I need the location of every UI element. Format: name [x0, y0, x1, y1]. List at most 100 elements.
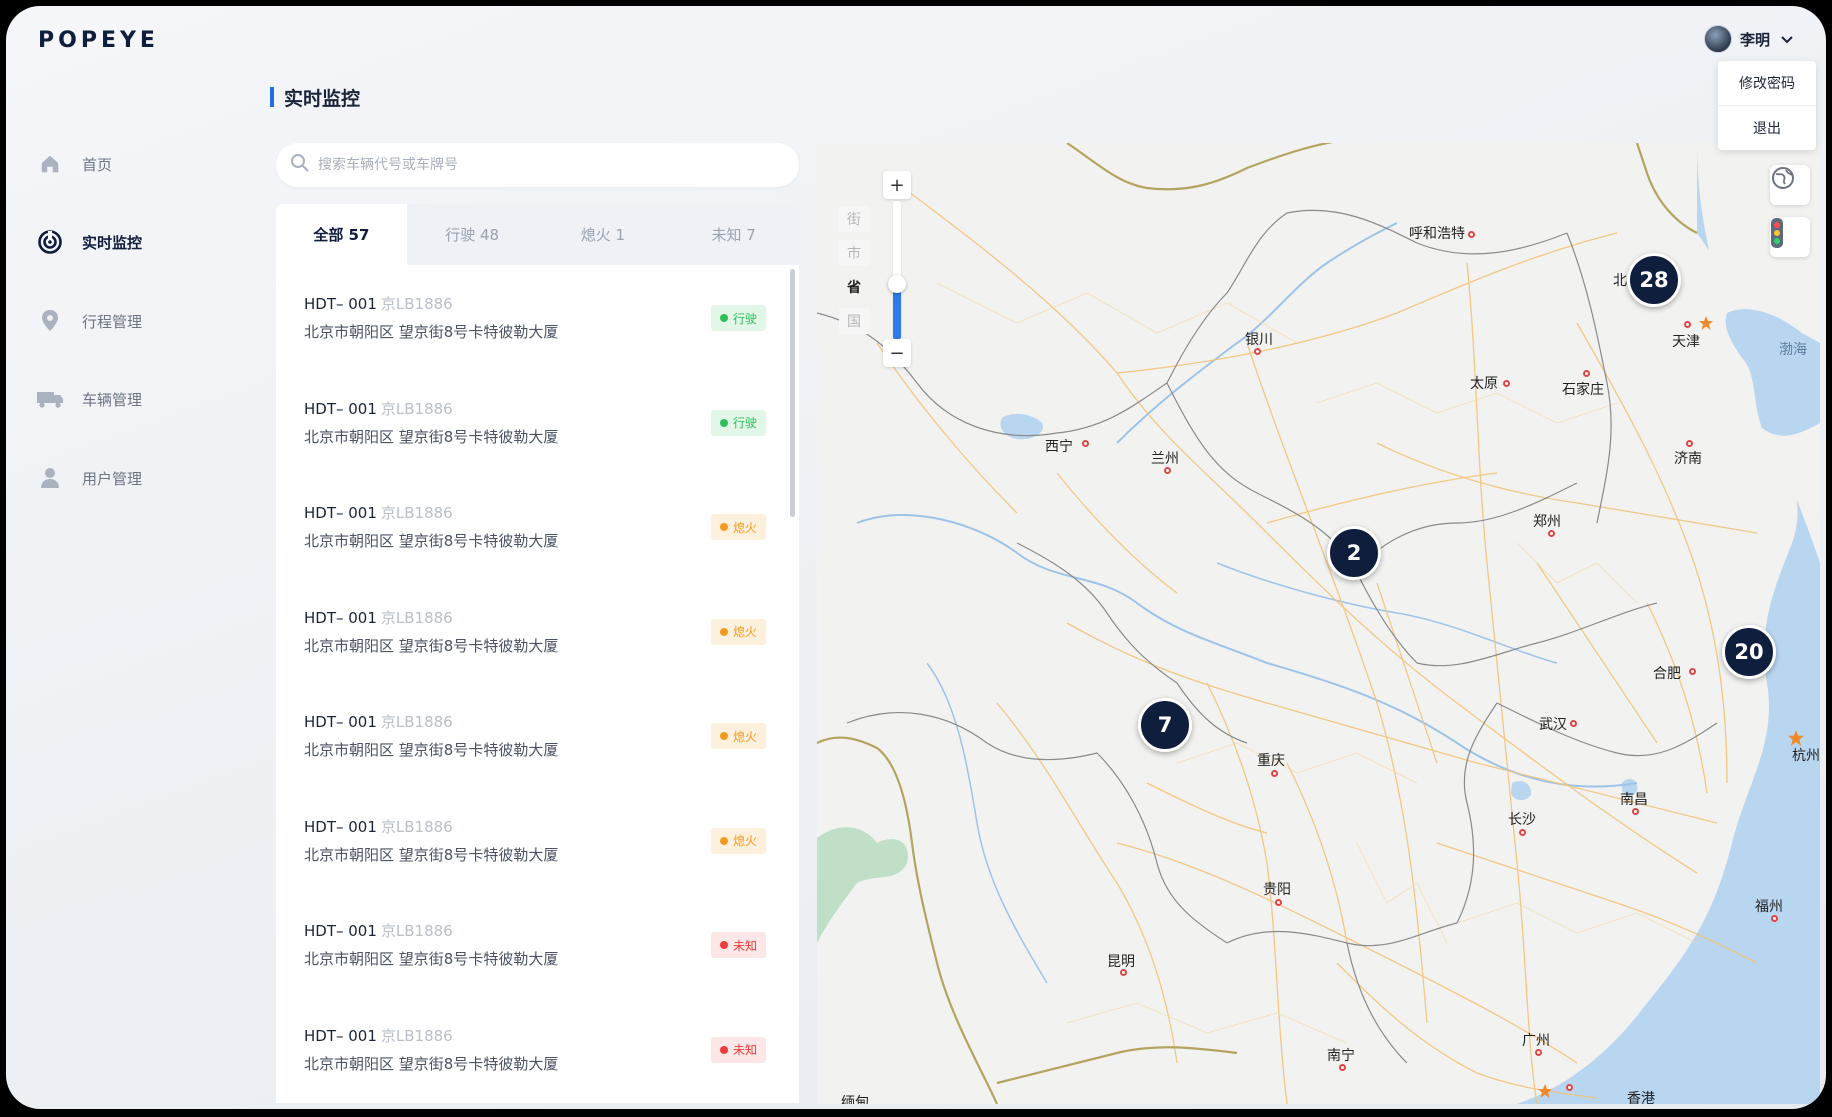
status-badge: 熄火 [710, 827, 766, 854]
status-text: 熄火 [732, 625, 757, 639]
vehicle-cluster[interactable]: 20 [1722, 625, 1776, 679]
status-badge: 熄火 [710, 514, 766, 540]
vehicle-code-text: HDT– 001 [304, 713, 377, 731]
sidebar-item-trips[interactable]: 行程管理 [36, 301, 256, 341]
city-label: 兰州 [1151, 451, 1179, 467]
vehicle-code: HDT– 001 京LB1886 [304, 920, 453, 941]
search-icon [290, 153, 310, 177]
vehicle-cluster[interactable]: 7 [1138, 698, 1192, 752]
tab-all[interactable]: 全部 57 [276, 204, 407, 265]
map-view[interactable]: 呼和浩特 北 天津 渤海 银川 太原 石家庄 西宁 兰州 济南 郑州 合肥 杭州… [817, 143, 1820, 1104]
city-label: 合肥 [1653, 666, 1681, 682]
city-label: 杭州 [1792, 748, 1820, 764]
vehicle-code-text: HDT– 001 [304, 399, 377, 418]
vehicle-cluster[interactable]: 28 [1627, 253, 1681, 307]
user-icon [36, 464, 64, 492]
vehicle-address: 北京市朝阳区 望京街8号卡特彼勒大厦 [304, 845, 559, 864]
city-label: 石家庄 [1562, 382, 1604, 398]
vehicle-address: 北京市朝阳区 望京街8号卡特彼勒大厦 [304, 741, 559, 759]
vehicle-code: HDT– 001 京LB1886 [304, 293, 453, 314]
city-label: 武汉 [1539, 717, 1567, 733]
tab-driving[interactable]: 行驶 48 [407, 204, 538, 265]
city-marker [1082, 440, 1089, 447]
zoom-out-button[interactable]: − [883, 339, 911, 367]
zoom-level-province[interactable]: 省 [839, 274, 869, 300]
city-label: 福州 [1755, 899, 1783, 915]
city-marker [1566, 1084, 1573, 1091]
vehicle-address: 北京市朝阳区 望京街8号卡特彼勒大厦 [304, 636, 559, 655]
status-badge: 未知 [710, 1036, 766, 1063]
status-text: 未知 [732, 938, 757, 953]
zoom-level-city[interactable]: 市 [839, 240, 869, 266]
avatar [1703, 25, 1732, 53]
city-label: 长沙 [1508, 812, 1536, 828]
city-label: 南宁 [1327, 1048, 1355, 1064]
list-item[interactable]: HDT– 001 京LB1886 北京市朝阳区 望京街8号卡特彼勒大厦 未知 [276, 892, 776, 996]
vehicle-code: HDT– 001 京LB1886 [304, 711, 453, 732]
sidebar-item-home[interactable]: 首页 [36, 144, 256, 184]
city-label: 郑州 [1533, 514, 1561, 530]
vehicle-plate: 京LB1886 [380, 504, 453, 522]
status-text: 熄火 [732, 729, 757, 744]
logout-item[interactable]: 退出 [1718, 106, 1816, 150]
city-label: 济南 [1674, 451, 1702, 467]
city-label: 贵阳 [1263, 882, 1291, 898]
list-scrollbar[interactable] [790, 269, 795, 517]
zoom-level-country[interactable]: 国 [839, 308, 869, 334]
status-text: 未知 [732, 1043, 757, 1057]
list-item[interactable]: HDT– 001 京LB1886 北京市朝阳区 望京街8号卡特彼勒大厦 熄火 [276, 579, 776, 683]
list-item[interactable]: HDT– 001 京LB1886 北京市朝阳区 望京街8号卡特彼勒大厦 熄火 [276, 788, 776, 892]
search-box [276, 143, 799, 187]
title-accent-bar [270, 87, 274, 107]
sidebar-item-users[interactable]: 用户管理 [36, 458, 256, 498]
status-badge: 行驶 [710, 409, 766, 436]
page-title: 实时监控 [270, 84, 360, 110]
vehicle-address: 北京市朝阳区 望京街8号卡特彼勒大厦 [304, 1054, 559, 1073]
status-text: 行驶 [732, 416, 757, 430]
zoom-level-street[interactable]: 街 [839, 206, 869, 232]
zoom-slider-handle[interactable] [888, 275, 906, 293]
sidebar-item-label: 首页 [82, 155, 113, 174]
search-input[interactable] [318, 157, 799, 173]
sidebar-item-label: 实时监控 [82, 233, 143, 252]
vehicle-code: HDT– 001 京LB1886 [304, 816, 453, 837]
status-dot-icon [719, 941, 728, 949]
vehicle-code: HDT– 001 京LB1886 [304, 398, 453, 419]
list-item[interactable]: HDT– 001 京LB1886 北京市朝阳区 望京街8号卡特彼勒大厦 熄火 [276, 474, 776, 578]
tab-unknown[interactable]: 未知 7 [668, 204, 799, 265]
vehicle-plate: 京LB1886 [380, 1026, 453, 1045]
chevron-down-icon [1780, 30, 1794, 49]
status-text: 熄火 [732, 834, 757, 848]
vehicle-code-text: HDT– 001 [304, 922, 377, 940]
city-marker [1689, 668, 1696, 675]
city-marker [1548, 530, 1555, 537]
sidebar-item-monitor[interactable]: 实时监控 [36, 222, 256, 262]
vehicle-code-text: HDT– 001 [304, 295, 377, 313]
sidebar-item-vehicles[interactable]: 车辆管理 [36, 379, 256, 419]
tab-engine-off[interactable]: 熄火 1 [538, 204, 669, 265]
status-badge: 行驶 [710, 305, 766, 331]
status-dot-icon [719, 1045, 728, 1054]
city-marker [1271, 770, 1278, 777]
capital-star-icon [1538, 1084, 1552, 1098]
list-item[interactable]: HDT– 001 京LB1886 北京市朝阳区 望京街8号卡特彼勒大厦 行驶 [276, 265, 776, 369]
list-item[interactable]: HDT– 001 京LB1886 北京市朝阳区 望京街8号卡特彼勒大厦 行驶 [276, 370, 776, 474]
map-style-button[interactable] [1770, 165, 1810, 205]
user-menu-trigger[interactable]: 李明 [1703, 24, 1794, 54]
vehicle-code: HDT– 001 京LB1886 [304, 607, 453, 628]
vehicle-cluster[interactable]: 2 [1327, 526, 1381, 580]
zoom-in-button[interactable]: + [883, 171, 911, 199]
list-item[interactable]: HDT– 001 京LB1886 北京市朝阳区 望京街8号卡特彼勒大厦 未知 [276, 997, 776, 1101]
location-pin-icon [36, 307, 64, 335]
vehicle-plate: 京LB1886 [380, 713, 453, 731]
vehicle-code: HDT– 001 京LB1886 [304, 1025, 453, 1046]
city-label: 北 [1613, 273, 1627, 289]
list-item[interactable]: HDT– 001 京LB1886 北京市朝阳区 望京街8号卡特彼勒大厦 熄火 [276, 683, 776, 787]
city-marker [1468, 231, 1475, 238]
city-label: 银川 [1245, 332, 1273, 348]
vehicle-address: 北京市朝阳区 望京街8号卡特彼勒大厦 [304, 323, 559, 341]
traffic-toggle-button[interactable] [1770, 217, 1810, 257]
city-label: 昆明 [1107, 954, 1135, 970]
city-label: 广州 [1522, 1033, 1550, 1049]
change-password-item[interactable]: 修改密码 [1718, 61, 1816, 105]
